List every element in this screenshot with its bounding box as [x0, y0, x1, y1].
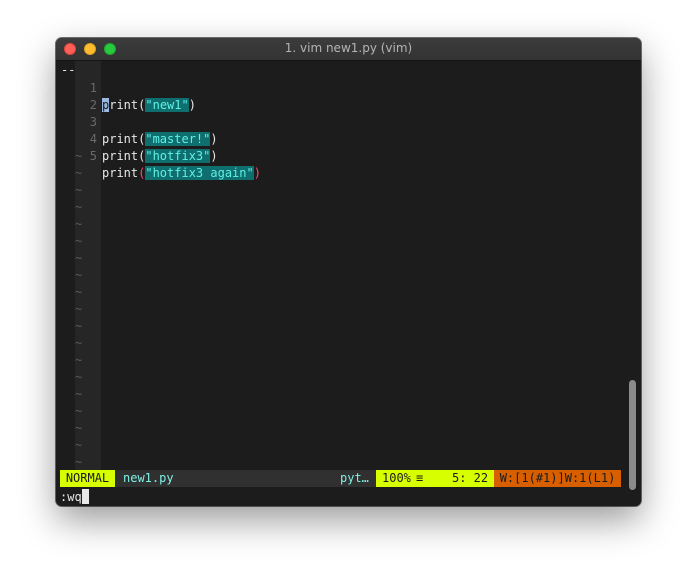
tilde-line: ~	[75, 438, 83, 452]
tilde-line: ~	[75, 285, 83, 299]
scrollbar-thumb[interactable]	[629, 380, 636, 490]
tilde-line: ~	[75, 251, 83, 265]
tilde-line: ~	[75, 302, 83, 316]
tilde-line: ~	[75, 166, 83, 180]
code-function: print	[102, 132, 139, 146]
command-text: :wq	[60, 490, 82, 504]
command-line[interactable]: :wq	[60, 489, 89, 506]
status-percent: 100%	[382, 471, 411, 485]
tilde-line: ~	[75, 149, 83, 163]
tilde-line: ~	[75, 336, 83, 350]
tilde-line: ~	[75, 404, 83, 418]
title-bar[interactable]: 1. vim new1.py (vim)	[56, 38, 641, 61]
window-title: 1. vim new1.py (vim)	[284, 41, 413, 55]
tilde-line: ~	[75, 200, 83, 214]
tilde-line: ~	[75, 319, 83, 333]
tilde-line: ~	[75, 387, 83, 401]
string-literal: "new1"	[145, 98, 189, 112]
code-line-5[interactable]: 5 print("hotfix3 again")	[56, 131, 261, 180]
terminal-window: 1. vim new1.py (vim) -- 1 print("new1") …	[56, 38, 641, 506]
code-function: rint	[109, 98, 139, 112]
tilde-line: ~	[75, 183, 83, 197]
tilde-line: ~	[75, 370, 83, 384]
code-line-1[interactable]: 1 print("new1")	[56, 63, 196, 112]
mode-indicator: NORMAL	[60, 470, 115, 487]
matched-paren: )	[253, 166, 261, 180]
string-literal: "hotfix3"	[145, 149, 211, 163]
tilde-line: ~	[75, 353, 83, 367]
code-function: print	[102, 149, 139, 163]
tilde-line: ~	[75, 217, 83, 231]
status-filetype: pyt…	[340, 471, 369, 485]
status-line-column: 5: 22	[452, 471, 489, 485]
tilde-line: ~	[75, 455, 83, 469]
line-number: 5	[89, 149, 97, 163]
vim-editor[interactable]: -- 1 print("new1") 2 3 print("master!") …	[56, 61, 641, 506]
code-function: print	[102, 166, 139, 180]
status-warnings: W:[1(#1)]W:1(L1)	[494, 470, 621, 487]
position-block: 100% ≡ 5: 22	[376, 470, 494, 487]
string-literal: "master!"	[145, 132, 211, 146]
tilde-line: ~	[75, 234, 83, 248]
code-line-3[interactable]: 3 print("master!")	[56, 97, 218, 146]
line-number-icon: ≡	[416, 471, 424, 485]
status-line: NORMAL new1.py pyt… 100% ≡ 5: 22 W:[1(#1…	[60, 470, 621, 487]
command-cursor	[81, 489, 89, 504]
status-filename: new1.py	[123, 471, 174, 485]
string-literal: "hotfix3 again"	[145, 166, 254, 180]
tilde-line: ~	[75, 268, 83, 282]
tilde-line: ~	[75, 421, 83, 435]
code-line-2[interactable]: 2	[56, 80, 99, 112]
code-line-4[interactable]: 4 print("hotfix3")	[56, 114, 218, 163]
